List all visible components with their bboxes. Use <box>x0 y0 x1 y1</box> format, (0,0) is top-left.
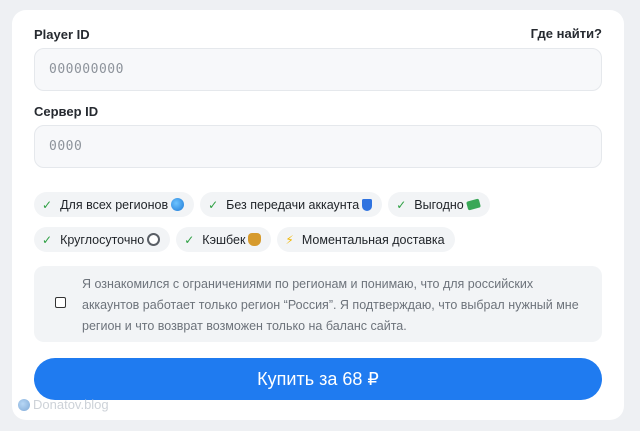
watermark: Donatov.blog <box>18 397 109 412</box>
feature-chip-all-regions: ✓ Для всех регионов <box>34 192 195 217</box>
feature-chip-24-7: ✓ Круглосуточно <box>34 227 171 252</box>
feature-label: Кэшбек <box>202 232 246 247</box>
watermark-text: Donatov.blog <box>33 397 109 412</box>
buy-button[interactable]: Купить за 68 ₽ <box>34 358 602 400</box>
feature-chip-no-account-transfer: ✓ Без передачи аккаунта <box>200 192 383 217</box>
player-id-label: Player ID <box>34 27 90 42</box>
feature-label: Круглосуточно <box>60 232 145 247</box>
feature-label: Выгодно <box>414 197 464 212</box>
feature-label: Моментальная доставка <box>301 232 445 247</box>
feature-chips: ✓ Для всех регионов ✓ Без передачи аккау… <box>34 192 604 262</box>
feature-chip-profitable: ✓ Выгодно <box>388 192 490 217</box>
player-id-input[interactable] <box>34 48 602 91</box>
consent-text: Я ознакомился с ограничениями по региона… <box>82 277 579 333</box>
money-bag-icon <box>248 233 262 246</box>
check-icon: ✓ <box>184 232 195 247</box>
where-to-find-link[interactable]: Где найти? <box>531 26 602 41</box>
watermark-logo-icon <box>18 398 30 411</box>
consent-checkbox[interactable] <box>55 297 66 308</box>
check-icon: ✓ <box>208 197 219 212</box>
clock-icon <box>147 233 161 246</box>
check-icon: ✓ <box>42 197 53 212</box>
feature-label: Без передачи аккаунта <box>226 197 360 212</box>
check-icon: ✓ <box>42 232 53 247</box>
feature-label: Для всех регионов <box>60 197 169 212</box>
money-icon <box>465 198 481 211</box>
lightning-icon: ⚡ <box>285 232 294 247</box>
globe-icon <box>171 198 185 211</box>
server-id-input[interactable] <box>34 125 602 168</box>
feature-chip-cashback: ✓ Кэшбек <box>176 227 272 252</box>
check-icon: ✓ <box>396 197 407 212</box>
server-id-label: Сервер ID <box>34 104 99 119</box>
shield-icon <box>362 198 373 211</box>
purchase-form-card: Player ID Где найти? Сервер ID ✓ Для все… <box>12 10 624 420</box>
consent-box: Я ознакомился с ограничениями по региона… <box>34 266 602 342</box>
feature-chip-instant-delivery: ⚡ Моментальная доставка <box>277 227 455 252</box>
